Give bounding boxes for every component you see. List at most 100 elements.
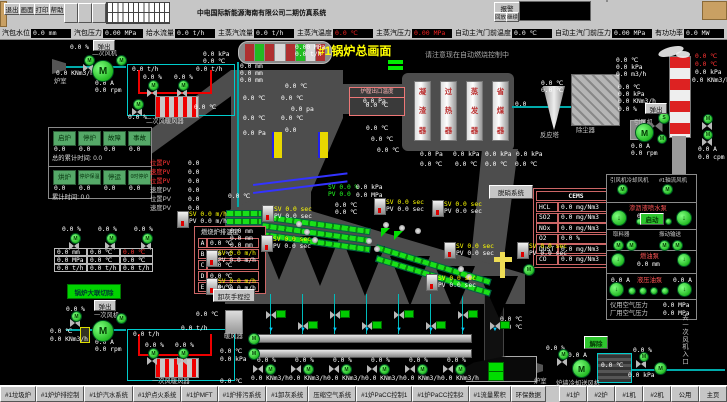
motor-indicator[interactable]: M <box>92 60 114 82</box>
pump-indicator[interactable]: ↓ <box>677 282 692 297</box>
menu-button-4[interactable]: 帮助 <box>49 3 65 15</box>
discharge-motor[interactable]: M <box>455 364 466 375</box>
discharge-valve-icon[interactable] <box>405 365 415 373</box>
discharge-motor[interactable]: M <box>417 364 428 375</box>
popup-button[interactable]: 脱硝系统 <box>489 185 533 199</box>
taskbar-unit-tab-4[interactable]: #2机 <box>643 386 671 402</box>
status-dot[interactable] <box>650 287 658 295</box>
motor-indicator[interactable]: M <box>148 80 159 91</box>
motor-indicator[interactable]: M <box>106 233 117 244</box>
taskbar-unit-tab-6[interactable]: 主页 <box>699 386 727 402</box>
discharge-valve-icon[interactable] <box>253 365 263 373</box>
motor-indicator[interactable]: M <box>654 362 667 375</box>
svpv-actuator-box[interactable] <box>262 205 274 222</box>
feed-valve-icon[interactable] <box>490 322 500 330</box>
svpv-actuator-box[interactable] <box>206 250 218 267</box>
discharge-motor[interactable]: M <box>379 364 390 375</box>
motor-indicator[interactable]: M <box>148 348 159 359</box>
discharge-motor[interactable]: M <box>341 364 352 375</box>
popup-button[interactable]: 启动 <box>640 213 664 225</box>
taskbar-tab-11[interactable]: #1流量累积 <box>469 386 511 402</box>
feed-valve-icon[interactable] <box>362 322 372 330</box>
svpv-actuator-box[interactable] <box>517 242 529 259</box>
status-dot[interactable] <box>665 218 672 225</box>
motor-indicator[interactable]: M <box>92 320 114 342</box>
taskbar-tab-5[interactable]: #1炉MFT <box>181 386 217 402</box>
discharge-motor[interactable]: M <box>303 364 314 375</box>
taskbar-tab-8[interactable]: 压缩空气系统 <box>308 386 356 402</box>
menu-button-3[interactable]: 打印 <box>34 3 50 15</box>
discharge-valve-icon[interactable] <box>367 365 377 373</box>
op2-button-1[interactable]: 烘炉 <box>53 170 76 185</box>
op1-button-1[interactable]: 启炉 <box>53 131 76 146</box>
discharge-valve-icon[interactable] <box>443 365 453 373</box>
motor-indicator[interactable]: M <box>639 352 649 362</box>
feed-valve-icon[interactable] <box>330 311 340 319</box>
motor-indicator[interactable]: M <box>142 233 153 244</box>
taskbar-unit-tab-2[interactable]: #2炉 <box>587 386 615 402</box>
taskbar-unit-tab-1[interactable]: #1炉 <box>559 386 587 402</box>
status-dot[interactable] <box>639 287 647 295</box>
motor-indicator[interactable]: M <box>178 80 189 91</box>
toolbar-slot-1[interactable] <box>64 3 78 23</box>
discharge-valve-icon[interactable] <box>329 365 339 373</box>
status-dot[interactable] <box>628 287 636 295</box>
taskbar-tab-3[interactable]: #1炉汽水系统 <box>84 386 133 402</box>
op2-button-4[interactable]: 0时停炉 <box>128 170 151 185</box>
popup-button[interactable]: 弹出 <box>94 300 116 311</box>
popup-button[interactable]: 卸灰手程控 <box>213 289 255 302</box>
svpv-actuator-box[interactable] <box>261 235 273 252</box>
motor-indicator[interactable]: M <box>672 240 683 251</box>
taskbar-tab-9[interactable]: #1炉PaCC控制1 <box>356 386 412 402</box>
motor-indicator[interactable]: M <box>572 359 591 378</box>
taskbar-unit-tab-3[interactable]: #1机 <box>615 386 643 402</box>
taskbar-unit-tab-5[interactable]: 公用 <box>671 386 699 402</box>
toolbar-slot-2[interactable] <box>78 3 92 23</box>
popup-button[interactable]: 弹出 <box>645 103 667 114</box>
discharge-valve-icon[interactable] <box>291 365 301 373</box>
discharge-motor[interactable]: M <box>265 364 276 375</box>
continue-button[interactable]: 继续 <box>506 12 519 22</box>
motor-indicator[interactable]: M <box>703 130 713 140</box>
svpv-actuator-box[interactable] <box>432 200 444 217</box>
feed-valve-icon[interactable] <box>458 311 468 319</box>
op1-button-3[interactable]: 故障 <box>103 131 126 146</box>
popup-button[interactable]: 弹出 <box>93 40 115 51</box>
pump-indicator[interactable]: ↓ <box>611 210 627 226</box>
motor-indicator[interactable]: M <box>626 240 637 251</box>
motor-indicator[interactable]: M <box>116 313 127 324</box>
alarm-lamp-grid[interactable] <box>106 2 170 24</box>
taskbar-tab-6[interactable]: #1炉排污系统 <box>218 386 267 402</box>
taskbar-tab-12[interactable]: 环保数据 <box>511 386 546 402</box>
motor-indicator[interactable]: M <box>248 348 260 360</box>
feed-valve-icon[interactable] <box>394 311 404 319</box>
pump-indicator[interactable]: ↓ <box>609 282 624 297</box>
toolbar-slot-3[interactable] <box>92 3 106 23</box>
motor-indicator[interactable]: M <box>659 240 670 251</box>
feed-valve-icon[interactable] <box>298 322 308 330</box>
feed-valve-icon[interactable] <box>266 311 276 319</box>
pump-indicator[interactable]: ↓ <box>611 253 625 267</box>
motor-indicator[interactable]: M <box>703 114 713 124</box>
menu-button-2[interactable]: 画面 <box>19 3 35 15</box>
taskbar-tab-10[interactable]: #1炉PaCC控制2 <box>412 386 468 402</box>
op1-button-2[interactable]: 停炉 <box>78 131 101 146</box>
motor-indicator[interactable]: M <box>617 184 628 195</box>
feed-valve-icon[interactable] <box>426 322 436 330</box>
svpv-actuator-box[interactable] <box>374 198 386 215</box>
motor-indicator[interactable]: M <box>248 333 260 345</box>
motor-indicator[interactable]: M <box>178 348 189 359</box>
menu-button-1[interactable]: 退出 <box>4 3 20 15</box>
pump-indicator[interactable]: ↓ <box>677 253 691 267</box>
op1-button-4[interactable]: 事故 <box>128 131 151 146</box>
motor-indicator[interactable]: M <box>613 240 624 251</box>
motor-indicator[interactable]: M <box>657 134 667 144</box>
motor-indicator[interactable]: M <box>71 311 82 322</box>
motor-indicator[interactable]: M <box>70 233 81 244</box>
motor-indicator[interactable]: M <box>133 99 144 110</box>
status-dot[interactable] <box>661 287 669 295</box>
svpv-actuator-box[interactable] <box>177 211 189 228</box>
taskbar-tab-7[interactable]: #1卸灰系统 <box>266 386 308 402</box>
op2-button-2[interactable]: 停炉保温 <box>78 170 101 185</box>
svpv-actuator-box[interactable] <box>444 242 456 259</box>
